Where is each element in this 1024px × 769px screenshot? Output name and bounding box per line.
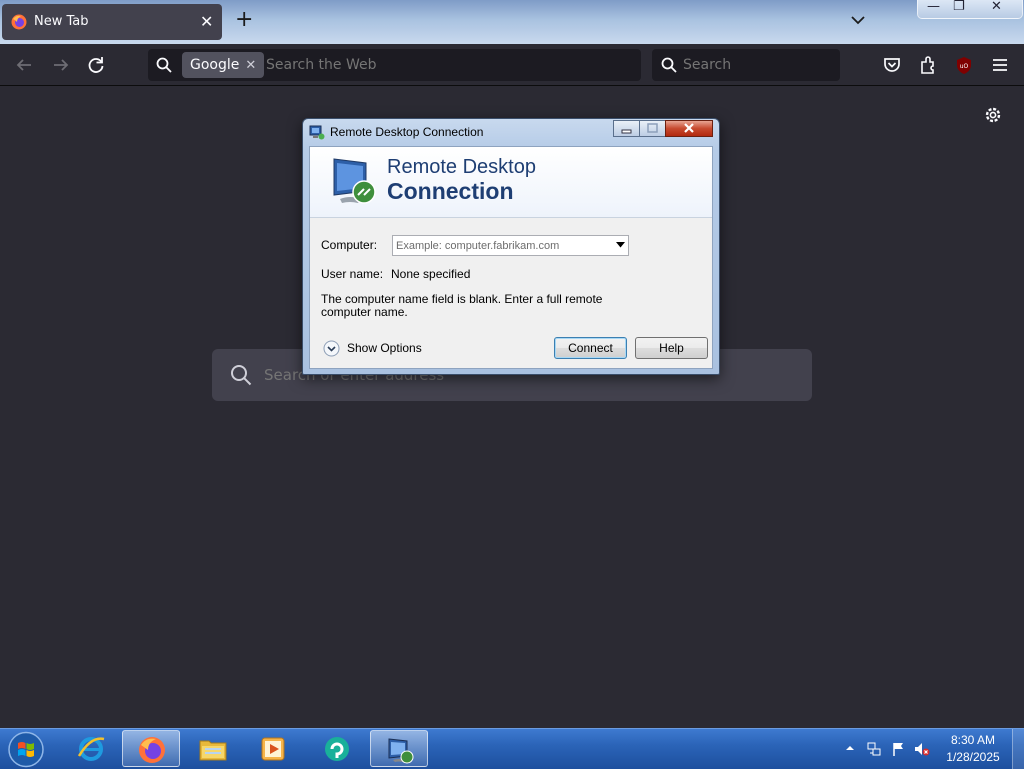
remote-app-icon <box>325 737 349 761</box>
remote-desktop-monitor-icon <box>333 158 376 204</box>
dialog-title-bar[interactable]: Remote Desktop Connection <box>303 119 719 145</box>
show-hidden-icons-icon[interactable] <box>845 743 855 753</box>
taskbar-file-explorer[interactable] <box>184 730 242 767</box>
maximize-icon <box>647 123 658 133</box>
close-icon <box>684 123 694 133</box>
start-button-icon[interactable] <box>6 731 46 768</box>
show-options-label: Show Options <box>347 341 422 355</box>
computer-label: Computer: <box>321 238 378 252</box>
help-button[interactable]: Help <box>635 337 708 359</box>
forward-icon[interactable] <box>48 52 74 78</box>
network-icon[interactable] <box>866 741 882 757</box>
dialog-title: Remote Desktop Connection <box>330 125 484 139</box>
window-controls: — ❐ ✕ <box>917 0 1023 19</box>
search-icon <box>156 57 172 73</box>
search-engine-chip[interactable]: Google ✕ <box>182 52 265 78</box>
search-icon <box>661 57 677 73</box>
internet-explorer-icon <box>77 737 105 761</box>
tab-close-icon[interactable]: ✕ <box>200 12 213 31</box>
taskbar-remote-app[interactable] <box>308 730 366 767</box>
tab-title: New Tab <box>34 14 89 29</box>
engine-remove-icon[interactable]: ✕ <box>245 58 256 73</box>
taskbar-remote-desktop[interactable] <box>370 730 428 767</box>
extensions-icon[interactable] <box>918 55 938 75</box>
window-close-button[interactable]: ✕ <box>991 0 1002 14</box>
show-desktop-button[interactable] <box>1012 729 1024 769</box>
clock-time[interactable]: 8:30 AM <box>938 733 1008 747</box>
volume-muted-icon[interactable] <box>914 741 930 757</box>
menu-icon[interactable] <box>990 55 1010 75</box>
username-value: None specified <box>391 267 471 281</box>
firefox-icon <box>139 737 165 763</box>
taskbar-media-player[interactable] <box>244 730 302 767</box>
dialog-close-button[interactable] <box>665 120 713 137</box>
gear-icon[interactable] <box>983 105 1003 125</box>
list-all-tabs-icon[interactable] <box>850 12 866 28</box>
chevron-down-icon <box>323 340 340 357</box>
remote-desktop-icon <box>309 125 325 140</box>
dialog-client-area: Remote Desktop Connection Computer: User… <box>309 146 713 369</box>
firefox-icon <box>11 14 27 30</box>
clock-date[interactable]: 1/28/2025 <box>938 750 1008 764</box>
search-engine-name: Google <box>190 57 240 73</box>
window-restore-button[interactable]: ❐ <box>953 0 965 14</box>
media-player-icon <box>261 737 285 761</box>
connect-button[interactable]: Connect <box>554 337 627 359</box>
pocket-icon[interactable] <box>882 55 902 75</box>
taskbar: 8:30 AM 1/28/2025 <box>0 728 1024 769</box>
search-input[interactable] <box>683 49 833 81</box>
tab-strip: New Tab ✕ + — ❐ ✕ <box>0 0 1024 44</box>
svg-text:uO: uO <box>960 63 969 70</box>
taskbar-internet-explorer[interactable] <box>62 730 120 767</box>
new-tab-button[interactable]: + <box>235 9 253 31</box>
url-bar[interactable]: Google ✕ <box>148 49 641 81</box>
banner-title-line2: Connection <box>387 178 514 204</box>
navigation-toolbar: Google ✕ uO <box>0 44 1024 86</box>
status-message: The computer name field is blank. Enter … <box>321 292 603 319</box>
back-icon[interactable] <box>11 52 37 78</box>
reload-icon[interactable] <box>83 52 109 78</box>
dialog-minimize-button[interactable] <box>613 120 640 137</box>
file-explorer-icon <box>199 740 227 761</box>
remote-desktop-icon <box>388 738 414 764</box>
search-icon <box>231 365 252 386</box>
ublock-origin-icon[interactable]: uO <box>954 55 974 75</box>
dialog-window-controls <box>613 120 714 138</box>
dialog-banner: Remote Desktop Connection <box>310 147 712 218</box>
rdp-dialog: Remote Desktop Connection Remote Desktop <box>302 118 720 375</box>
username-label: User name: <box>321 267 384 281</box>
taskbar-firefox[interactable] <box>122 730 180 767</box>
computer-input[interactable] <box>396 236 606 255</box>
action-center-flag-icon[interactable] <box>891 741 907 757</box>
computer-combobox[interactable] <box>392 235 629 256</box>
window-minimize-button[interactable]: — <box>927 0 940 14</box>
url-input[interactable] <box>266 49 626 81</box>
minimize-icon <box>621 129 632 134</box>
dropdown-arrow-icon[interactable] <box>616 242 625 248</box>
search-bar[interactable] <box>652 49 840 81</box>
banner-title-line1: Remote Desktop <box>387 156 536 178</box>
tab-new-tab[interactable]: New Tab ✕ <box>2 4 222 40</box>
dialog-maximize-button[interactable] <box>639 120 666 137</box>
